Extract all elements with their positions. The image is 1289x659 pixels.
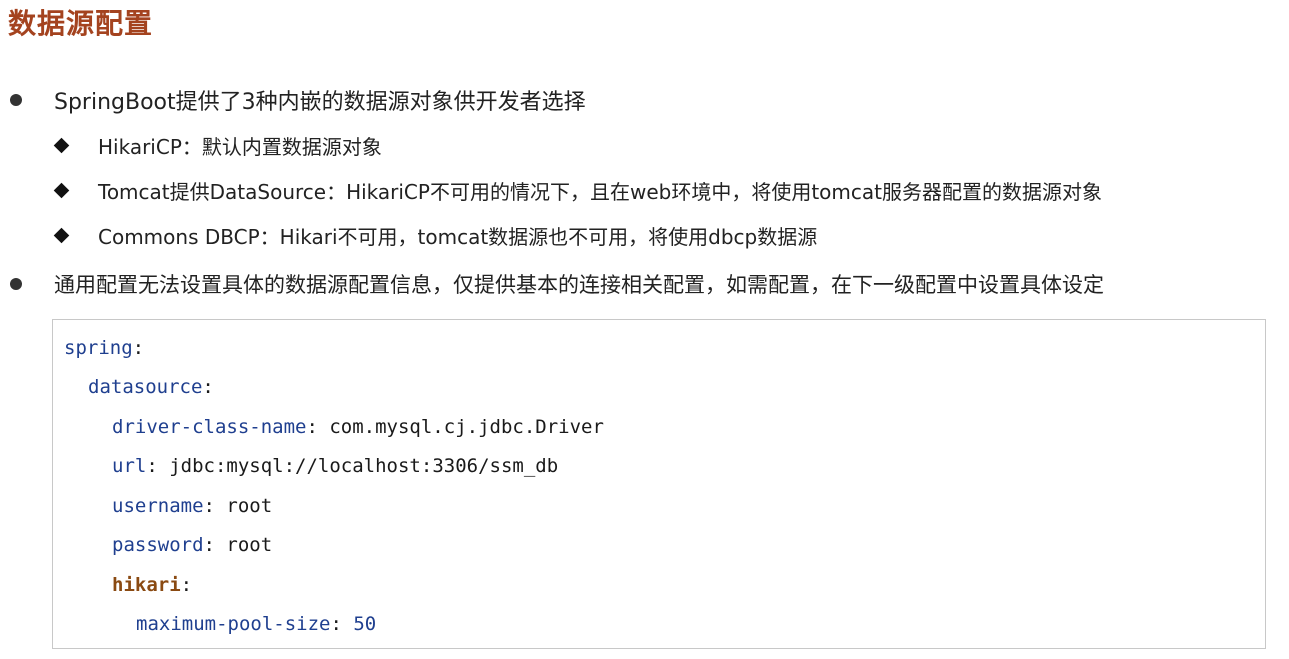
- sub-item-2: Tomcat提供DataSource：HikariCP不可用的情况下，且在web…: [0, 175, 1289, 205]
- bullet-dot-icon: [10, 278, 22, 290]
- sub-item-text: HikariCP：默认内置数据源对象: [98, 134, 382, 159]
- yaml-separator: :: [203, 495, 227, 517]
- yaml-value: root: [226, 495, 273, 517]
- yaml-key: username: [112, 495, 204, 517]
- code-block: spring: datasource: driver-class-name: c…: [52, 319, 1266, 649]
- bullet-text: 通用配置无法设置具体的数据源配置信息，仅提供基本的连接相关配置，如需配置，在下一…: [54, 273, 1104, 297]
- yaml-separator: :: [306, 416, 330, 438]
- yaml-key: spring: [64, 337, 133, 359]
- yaml-separator: :: [202, 376, 214, 398]
- code-line: maximum-pool-size: 50: [136, 609, 376, 639]
- yaml-value: jdbc:mysql://localhost:3306/ssm_db: [169, 455, 559, 477]
- code-line: password: root: [112, 530, 272, 560]
- yaml-separator: :: [180, 574, 193, 596]
- page-title: 数据源配置: [8, 7, 154, 40]
- yaml-key: datasource: [88, 376, 203, 398]
- yaml-value: com.mysql.cj.jdbc.Driver: [329, 416, 604, 438]
- code-line: url: jdbc:mysql://localhost:3306/ssm_db: [112, 451, 558, 481]
- diamond-bullet-icon: [53, 182, 70, 198]
- bullet-item-2: 通用配置无法设置具体的数据源配置信息，仅提供基本的连接相关配置，如需配置，在下一…: [0, 268, 1289, 300]
- sub-item-1: HikariCP：默认内置数据源对象: [0, 130, 1289, 160]
- bullet-text: SpringBoot提供了3种内嵌的数据源对象供开发者选择: [54, 90, 586, 115]
- code-line: datasource:: [88, 372, 214, 402]
- code-line: hikari:: [112, 570, 192, 600]
- yaml-key: driver-class-name: [112, 416, 307, 438]
- bullet-dot-icon: [10, 94, 22, 106]
- sub-item-text: Tomcat提供DataSource：HikariCP不可用的情况下，且在web…: [98, 179, 1102, 204]
- yaml-separator: :: [146, 455, 170, 477]
- yaml-key: maximum-pool-size: [136, 613, 331, 635]
- yaml-separator: :: [330, 613, 354, 635]
- yaml-key: hikari: [112, 574, 181, 596]
- code-line: spring:: [64, 333, 144, 363]
- yaml-number-value: 50: [353, 613, 377, 635]
- bullet-item-1: SpringBoot提供了3种内嵌的数据源对象供开发者选择: [0, 84, 1289, 116]
- yaml-key: password: [112, 534, 204, 556]
- code-line: driver-class-name: com.mysql.cj.jdbc.Dri…: [112, 412, 604, 442]
- yaml-key: url: [112, 455, 147, 477]
- yaml-separator: :: [132, 337, 145, 359]
- diamond-bullet-icon: [53, 137, 70, 153]
- sub-item-3: Commons DBCP：Hikari不可用，tomcat数据源也不可用，将使用…: [0, 220, 1289, 250]
- diamond-bullet-icon: [53, 227, 70, 243]
- yaml-separator: :: [203, 534, 227, 556]
- sub-item-text: Commons DBCP：Hikari不可用，tomcat数据源也不可用，将使用…: [98, 224, 818, 249]
- code-line: username: root: [112, 491, 272, 521]
- yaml-value: root: [226, 534, 273, 556]
